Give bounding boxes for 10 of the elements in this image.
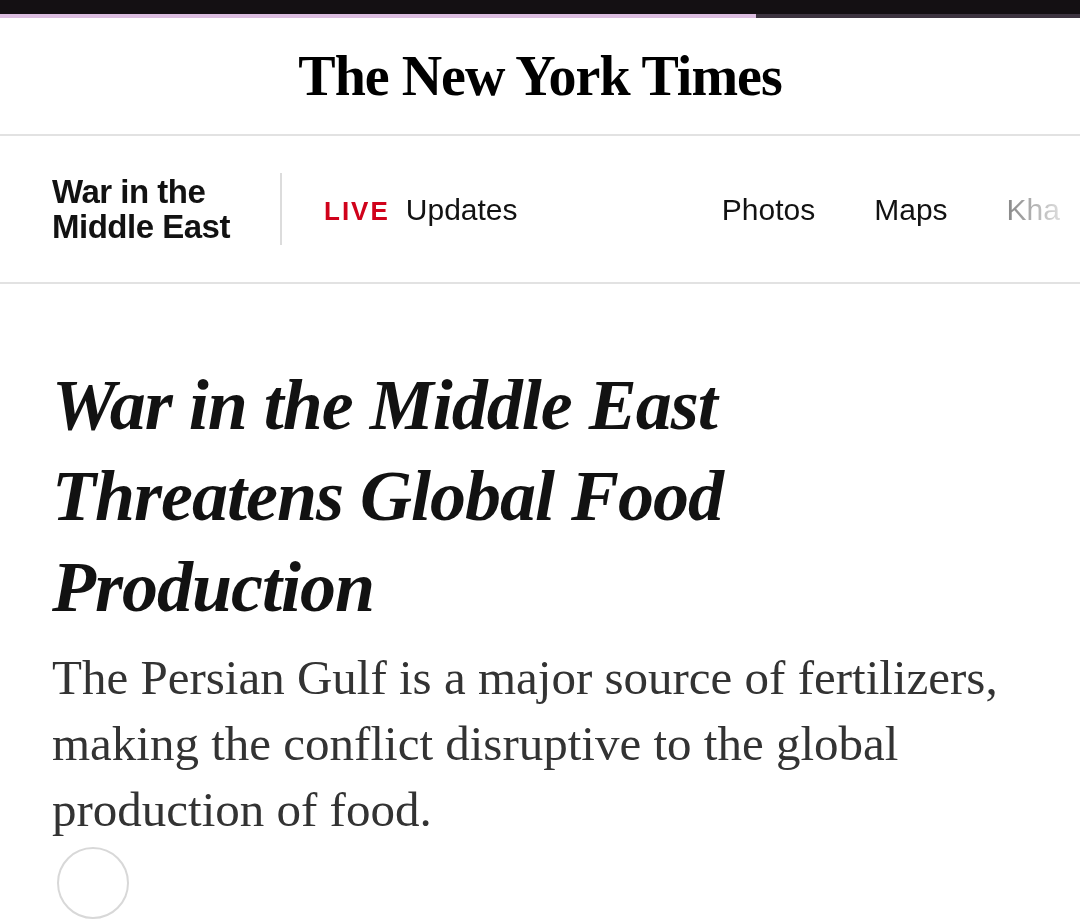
round-outline-icon xyxy=(57,847,129,919)
nav-link[interactable]: Photos xyxy=(721,186,816,232)
updates-label: Updates xyxy=(405,191,518,228)
summary: The Persian Gulf is a major source of fertilizers, making the conflict disruptive to the global production of food. xyxy=(52,649,999,839)
live-label: LIVE xyxy=(324,194,390,228)
section-title[interactable]: War in the Middle East xyxy=(52,174,252,244)
headline: War in the Middle East Threatens Global Food Production xyxy=(52,364,726,629)
newspaper-logo[interactable]: The New York Times xyxy=(298,34,782,118)
live-updates-link[interactable]: LIVE Updates xyxy=(324,186,518,232)
nav-link[interactable]: Maps xyxy=(874,186,948,232)
